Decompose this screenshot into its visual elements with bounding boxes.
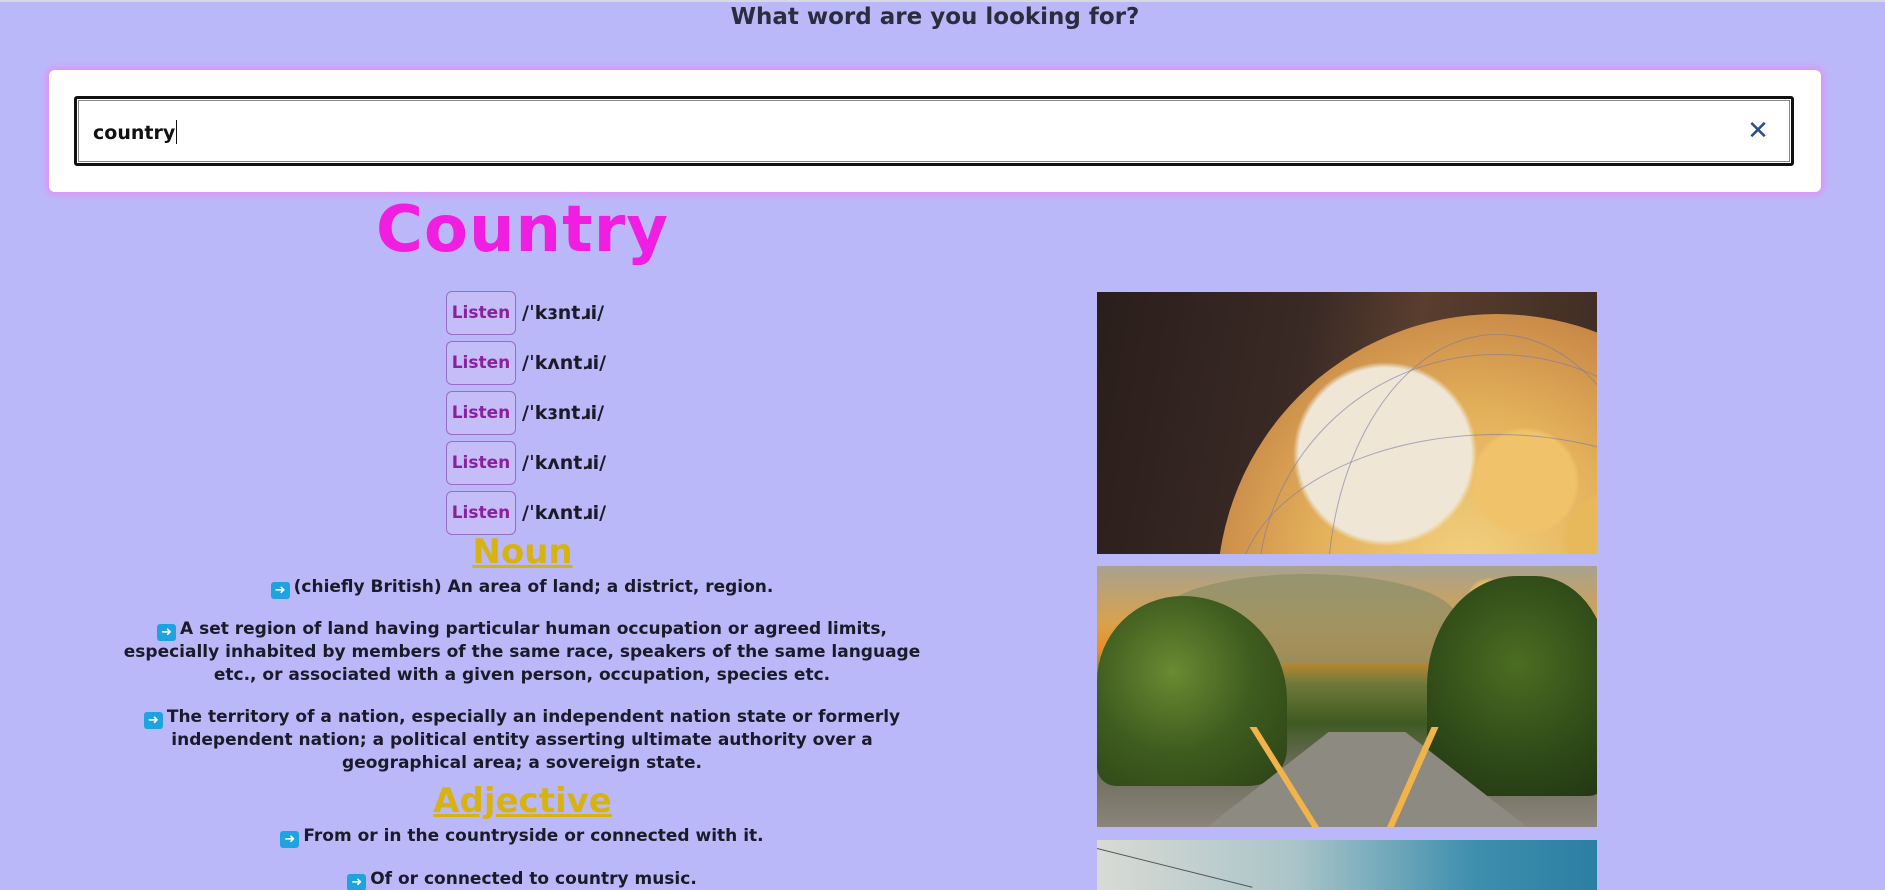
sky-image <box>1097 840 1597 890</box>
listen-button[interactable]: Listen <box>446 391 516 435</box>
phonetic-text: /ˈkɜntɹi/ <box>522 402 605 424</box>
page-prompt: What word are you looking for? <box>730 4 1140 30</box>
listen-button[interactable]: Listen <box>446 291 516 335</box>
railway-sunset-image <box>1097 566 1597 827</box>
listen-button[interactable]: Listen <box>446 341 516 385</box>
adjective-heading: Adjective <box>433 781 612 821</box>
noun-heading: Noun <box>472 532 573 572</box>
definition: ➜ (chiefly British) An area of land; a di… <box>122 576 922 599</box>
right-arrow-icon: ➜ <box>280 831 300 848</box>
search-card: country ✕ <box>49 70 1821 192</box>
right-arrow-icon: ➜ <box>270 582 290 599</box>
definition: ➜ The territory of a nation, especially a… <box>122 706 922 774</box>
pronunciation-list: Listen /ˈkɜntɹi/ Listen /ˈkʌntɹi/ Listen… <box>446 288 746 538</box>
search-input-value[interactable]: country <box>93 120 178 144</box>
definition: ➜ Of or connected to country music. <box>122 868 922 890</box>
phonetic-text: /ˈkɜntɹi/ <box>522 302 605 324</box>
listen-button[interactable]: Listen <box>446 441 516 485</box>
pronunciation-row: Listen /ˈkʌntɹi/ <box>446 338 746 388</box>
power-wire <box>1097 848 1253 888</box>
word-title: Country <box>376 193 669 267</box>
right-arrow-icon: ➜ <box>157 624 176 641</box>
pronunciation-row: Listen /ˈkʌntɹi/ <box>446 438 746 488</box>
globe-shape <box>1217 314 1597 554</box>
phonetic-text: /ˈkʌntɹi/ <box>522 502 607 524</box>
phonetic-text: /ˈkʌntɹi/ <box>522 452 607 474</box>
pronunciation-row: Listen /ˈkɜntɹi/ <box>446 388 746 438</box>
text-caret <box>176 120 178 144</box>
right-arrow-icon: ➜ <box>143 712 163 729</box>
pronunciation-row: Listen /ˈkʌntɹi/ <box>446 488 746 538</box>
definition: ➜ A set region of land having particular … <box>123 619 921 685</box>
right-arrow-icon: ➜ <box>347 874 367 890</box>
definition: ➜ From or in the countryside or connected… <box>122 825 922 848</box>
phonetic-text: /ˈkʌntɹi/ <box>522 352 607 374</box>
top-divider <box>0 0 1885 2</box>
listen-button[interactable]: Listen <box>446 491 516 535</box>
search-input[interactable]: country ✕ <box>74 96 1794 166</box>
globe-image <box>1097 292 1597 554</box>
pronunciation-row: Listen /ˈkɜntɹi/ <box>446 288 746 338</box>
close-icon[interactable]: ✕ <box>1741 113 1775 149</box>
trees-right <box>1427 576 1597 796</box>
